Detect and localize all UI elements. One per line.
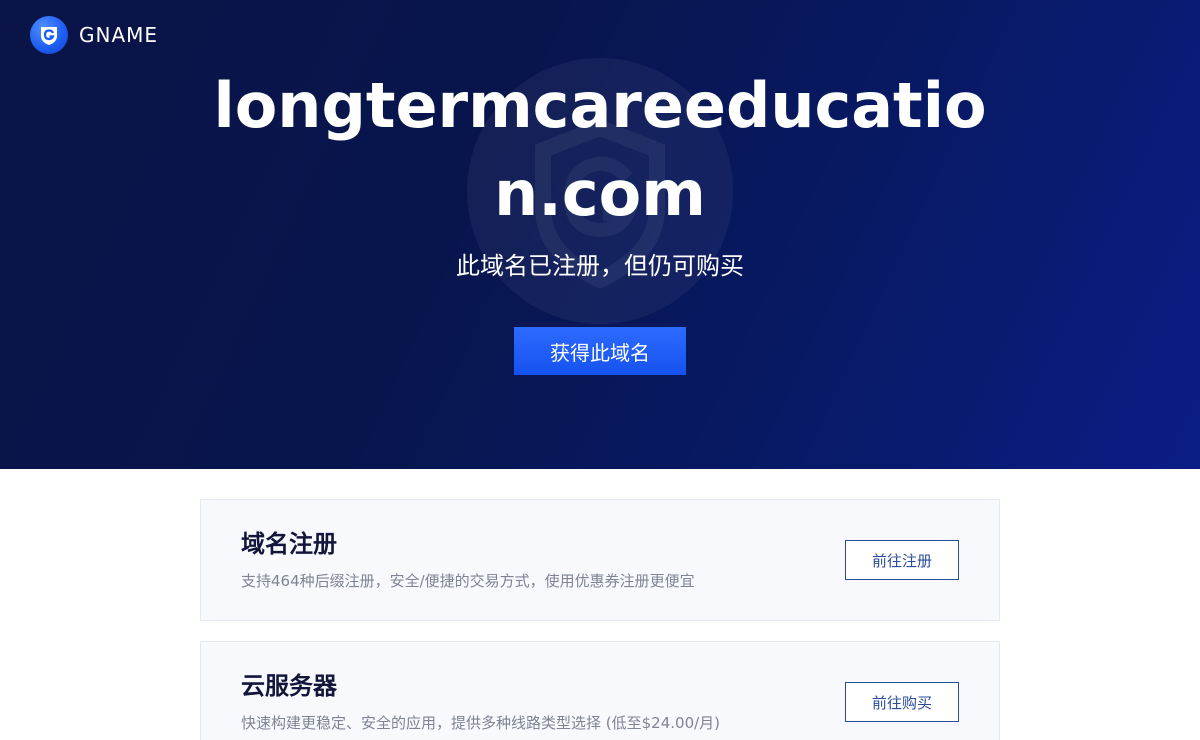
brand-logo[interactable]: GNAME — [30, 16, 158, 54]
go-purchase-button[interactable]: 前往购买 — [845, 682, 959, 722]
card-description: 快速构建更稳定、安全的应用，提供多种线路类型选择 (低至$24.00/月) — [241, 714, 721, 732]
card-description: 支持464种后缀注册，安全/便捷的交易方式，使用优惠券注册更便宜 — [241, 572, 695, 590]
card-title: 云服务器 — [241, 672, 337, 700]
go-register-button[interactable]: 前往注册 — [845, 540, 959, 580]
hero-subtitle: 此域名已注册，但仍可购买 — [456, 252, 744, 280]
card-title: 域名注册 — [241, 530, 337, 558]
domain-title: longtermcareeducation.com — [213, 69, 987, 230]
brand-name: GNAME — [79, 23, 159, 47]
hero-banner: GNAME longtermcareeducation.com 此域名已注册，但… — [0, 0, 1200, 469]
cloud-server-card: 云服务器 快速构建更稳定、安全的应用，提供多种线路类型选择 (低至$24.00/… — [200, 641, 1000, 740]
gname-logo-icon — [30, 16, 68, 54]
domain-registration-card: 域名注册 支持464种后缀注册，安全/便捷的交易方式，使用优惠券注册更便宜 前往… — [200, 499, 1000, 621]
get-domain-button[interactable]: 获得此域名 — [514, 327, 686, 375]
